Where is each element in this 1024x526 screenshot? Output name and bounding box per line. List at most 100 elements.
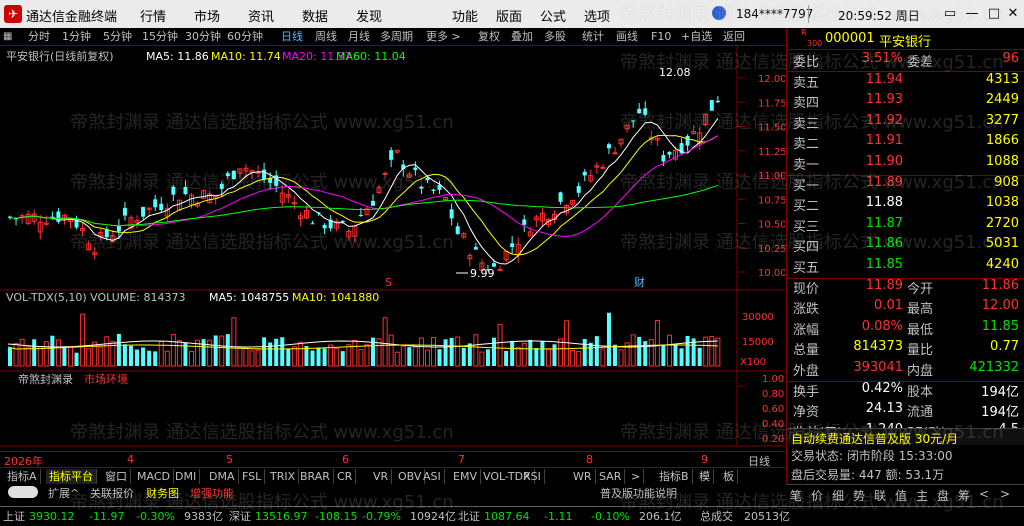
toolbar-item[interactable]: 叠加 <box>509 29 535 45</box>
stat-value: 814373 <box>853 339 903 355</box>
account-id[interactable]: 184****7797 <box>736 7 813 21</box>
indicator-tab[interactable]: 窗口 <box>102 469 131 484</box>
toolbar-item[interactable]: 画线 <box>614 29 640 45</box>
indicator-tab[interactable]: 指标A <box>4 469 41 484</box>
event-s-marker[interactable]: S <box>385 276 392 289</box>
toolbar-item[interactable]: 分时 <box>26 29 52 45</box>
indicator-tab[interactable]: 指标B <box>656 469 693 484</box>
menu-shichang[interactable]: 市场 <box>194 6 220 25</box>
menu-banmian[interactable]: 版面 <box>496 6 522 25</box>
quote-panel-tab[interactable]: 势 <box>853 487 865 504</box>
price-tick: 10.25 <box>758 244 785 255</box>
menu-gongneng[interactable]: 功能 <box>452 6 478 25</box>
toolbar-item[interactable]: 统计 <box>580 29 606 45</box>
sell-level[interactable]: 卖三 11.92 3277 <box>787 113 1024 134</box>
toolbar-item[interactable]: +自选 <box>679 29 714 45</box>
buy-level[interactable]: 买三 11.87 2720 <box>787 216 1024 237</box>
indicator-tab[interactable]: DMI <box>172 469 201 484</box>
indicator-tab[interactable]: CR <box>334 469 357 484</box>
menu-xuanxiang[interactable]: 选项 <box>584 6 610 25</box>
toolbar-item[interactable]: 日线 <box>279 29 305 45</box>
menu-faxian[interactable]: 发现 <box>356 6 382 25</box>
indicator-tab[interactable]: MACD <box>134 469 174 484</box>
quote-panel-tab[interactable]: 值 <box>895 487 907 504</box>
toolbar-item[interactable]: 周线 <box>313 29 339 45</box>
indicator-tab[interactable]: TRIX <box>267 469 300 484</box>
ma5-label: MA5: 11.86 <box>146 50 209 63</box>
indicator-tab[interactable]: RSI <box>520 469 545 484</box>
toolbar-item[interactable]: 月线 <box>346 29 372 45</box>
toolbar-item[interactable]: 30分钟 <box>183 29 223 45</box>
quote-panel-tab[interactable]: 价 <box>811 487 823 504</box>
ext-tab-expand[interactable]: 扩展^ <box>48 485 79 501</box>
menu-hangqing[interactable]: 行情 <box>140 6 166 25</box>
ext-tab-finance[interactable]: 财务图 <box>146 485 179 501</box>
toolbar-item[interactable]: 5分钟 <box>101 29 134 45</box>
ext-feature-note[interactable]: 普及版功能说明 <box>600 485 677 501</box>
indicator-tab[interactable]: 模 <box>696 469 714 484</box>
toggle-switch[interactable] <box>8 486 38 498</box>
quote-panel-tab[interactable]: 笔 <box>790 487 802 504</box>
buy-level[interactable]: 买一 11.89 908 <box>787 175 1024 196</box>
sell-price: 11.93 <box>865 92 903 108</box>
toolbar-item[interactable]: 更多 > <box>424 29 463 45</box>
indicator-tab[interactable]: ASI <box>420 469 445 484</box>
buy-label: 买二 <box>793 199 820 215</box>
restore-icon[interactable]: ▭ <box>940 4 960 24</box>
buy-volume: 1038 <box>985 195 1019 211</box>
toolbar-item[interactable]: 多股 <box>542 29 568 45</box>
indicator-tab[interactable]: FSL <box>239 469 266 484</box>
toolbar-item[interactable]: F10 <box>649 29 673 45</box>
toolbar-item[interactable]: 返回 <box>721 29 747 45</box>
indicator-tab[interactable]: 指标平台 <box>46 469 97 484</box>
toolbar-item[interactable]: 复权 <box>476 29 502 45</box>
toolbar-item[interactable]: 15分钟 <box>140 29 180 45</box>
ext-tab-related[interactable]: 关联报价 <box>90 485 134 501</box>
indicator-tab[interactable]: EMV <box>450 469 481 484</box>
quote-panel-tab[interactable]: 联 <box>874 487 886 504</box>
kline-chart[interactable]: 12.00 11.75 11.50 11.25 11.00 10.75 10.50 10.25… <box>0 46 785 451</box>
close-icon[interactable]: ✕ <box>1003 4 1023 24</box>
sell-level[interactable]: 卖二 11.91 1866 <box>787 133 1024 154</box>
sell-level[interactable]: 卖四 11.93 2449 <box>787 92 1024 113</box>
quote-panel-tab[interactable]: > <box>1000 487 1010 501</box>
menu-gongshi[interactable]: 公式 <box>540 6 566 25</box>
promo-bar[interactable]: 自动续费通达信普及版 30元/月 <box>787 428 1024 447</box>
indicator-tab[interactable]: WR <box>570 469 596 484</box>
index-amount: 206.1亿 <box>639 510 682 523</box>
promo-text[interactable]: 自动续费通达信普及版 30元/月 <box>791 430 958 447</box>
period-toolbar: ▦ 分时 1分钟 5分钟 15分钟 30分钟 60分钟 日线 周线 月线 多周期 更多 > 复权 叠加多… <box>0 28 785 46</box>
indicator-tab[interactable]: VR <box>370 469 393 484</box>
stock-name[interactable]: 平安银行 <box>879 31 931 50</box>
buy-level[interactable]: 买五 11.85 4240 <box>787 257 1024 278</box>
ext-tab-enhanced[interactable]: 增强功能 <box>190 485 234 501</box>
menu-zixun[interactable]: 资讯 <box>248 6 274 25</box>
toolbar-item[interactable]: 1分钟 <box>60 29 93 45</box>
sell-level[interactable]: 卖五 11.94 4313 <box>787 72 1024 93</box>
buy-level[interactable]: 买四 11.86 5031 <box>787 236 1024 257</box>
quote-panel-tab[interactable]: 细 <box>832 487 844 504</box>
indicator-tab[interactable]: BRAR <box>297 469 334 484</box>
indicator-tab[interactable]: SAR <box>596 469 626 484</box>
buy-level[interactable]: 买二 11.88 1038 <box>787 195 1024 216</box>
toolbar-item[interactable]: 多周期 <box>378 29 415 45</box>
indicator-tab[interactable]: DMA <box>206 469 239 484</box>
quote-panel-tab[interactable]: 主 <box>916 487 928 504</box>
quote-panel-tab[interactable]: < <box>979 487 989 501</box>
quote-panel-tab[interactable]: 筹 <box>958 487 970 504</box>
menu-shuju[interactable]: 数据 <box>302 6 328 25</box>
event-cai-marker[interactable]: 财 <box>634 275 645 289</box>
grid-menu-icon[interactable]: ▦ <box>3 31 15 43</box>
sell-level[interactable]: 卖一 11.90 1088 <box>787 154 1024 175</box>
stock-code[interactable]: 000001 <box>825 31 875 46</box>
index-name[interactable]: 北证 <box>458 510 480 524</box>
index-name[interactable]: 深证 <box>229 510 251 524</box>
minimize-icon[interactable]: — <box>962 4 982 24</box>
toolbar-item[interactable]: 60分钟 <box>225 29 265 45</box>
index-name[interactable]: 上证 <box>3 510 25 524</box>
maximize-icon[interactable]: □ <box>984 4 1004 24</box>
indicator-tab[interactable]: > <box>628 469 645 484</box>
indicator-tab[interactable]: 板 <box>720 469 738 484</box>
quote-panel-tab[interactable]: 盘 <box>937 487 949 504</box>
user-avatar-icon[interactable] <box>712 6 726 20</box>
